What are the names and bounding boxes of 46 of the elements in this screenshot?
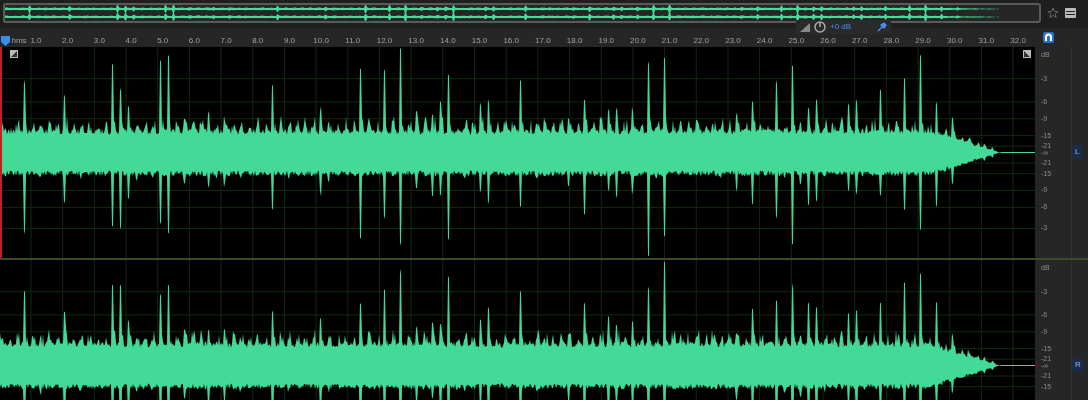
time-label: 7.0 <box>220 35 232 47</box>
zoom-corner-icon[interactable] <box>1023 50 1031 58</box>
time-label: 8.0 <box>252 35 264 47</box>
time-label: 23.0 <box>725 35 741 47</box>
time-label: 13.0 <box>408 35 424 47</box>
time-label: 25.0 <box>788 35 805 47</box>
time-label: 27.0 <box>851 35 868 47</box>
time-label: 2.0 <box>62 35 74 47</box>
time-label: 31.0 <box>978 35 995 47</box>
pin-icon[interactable] <box>877 22 888 32</box>
time-unit-label: hms <box>11 35 27 47</box>
time-label: 22.0 <box>693 35 710 47</box>
time-label: 19.0 <box>598 35 614 47</box>
time-label: 12.0 <box>376 35 393 47</box>
time-label: 10.0 <box>313 35 329 47</box>
knob-icon[interactable] <box>814 21 826 33</box>
playhead-icon[interactable] <box>1 36 10 46</box>
time-label: 15.0 <box>471 35 488 47</box>
time-label: 17.0 <box>535 35 551 47</box>
time-label: 32.0 <box>1010 35 1026 47</box>
time-label: 18.0 <box>566 35 583 47</box>
menu-icon[interactable] <box>1065 8 1076 18</box>
time-label: 6.0 <box>188 35 200 47</box>
time-label: 26.0 <box>820 35 836 47</box>
star-icon[interactable] <box>1047 7 1059 19</box>
magnet-icon[interactable] <box>1043 32 1054 43</box>
overview-waveform[interactable] <box>3 3 1041 23</box>
time-label: 4.0 <box>125 35 137 47</box>
time-label: 24.0 <box>756 35 773 47</box>
time-label: 16.0 <box>503 35 519 47</box>
time-label: 9.0 <box>283 35 295 47</box>
time-ruler[interactable]: hms 1.0 2.0 3.0 4.0 5.0 6.0 7.0 8.0 9.0 10.0 11.0 12.0 13.0 14.0 15.0 16.0 17.0 18.0 19.0 20.0 21.0 22.0 23.0 24.0 25.0 26.0 27.0 28.0 29.0 30.0 31.0 32.0 <box>0 28 1088 47</box>
time-label: 5.0 <box>157 35 169 47</box>
waveform-drawing[interactable] <box>0 47 1035 258</box>
channel-button[interactable]: R <box>1072 358 1084 372</box>
time-label: 20.0 <box>630 35 646 47</box>
time-label: 11.0 <box>345 35 361 47</box>
time-label: 21.0 <box>661 35 678 47</box>
zoom-corner-icon[interactable] <box>10 50 18 58</box>
time-label: 28.0 <box>883 35 900 47</box>
channel-button[interactable]: L <box>1072 145 1083 159</box>
time-label: 30.0 <box>946 35 963 47</box>
time-label: 3.0 <box>93 35 105 47</box>
time-label: 14.0 <box>440 35 456 47</box>
time-label: 29.0 <box>915 35 931 47</box>
time-label: 1.0 <box>30 35 42 47</box>
